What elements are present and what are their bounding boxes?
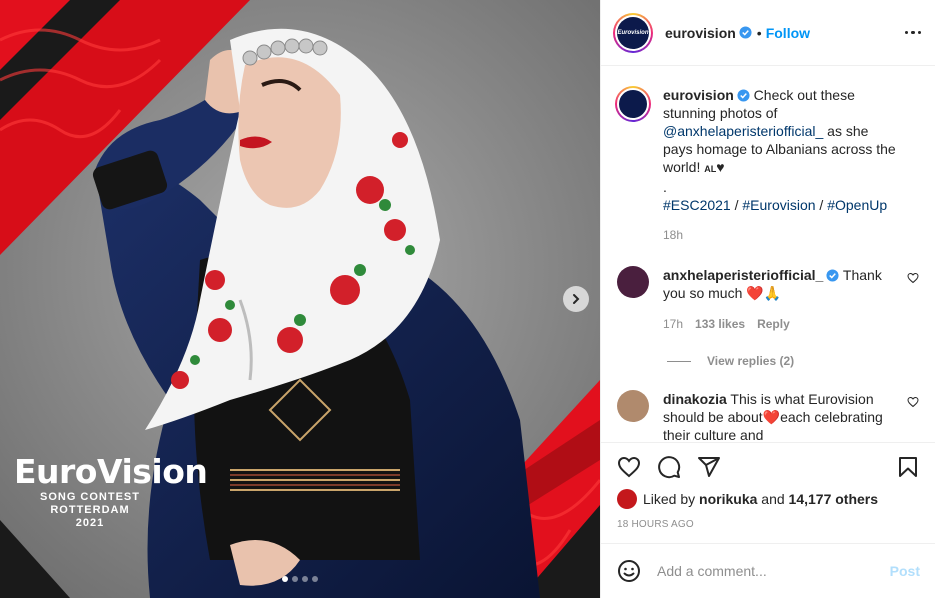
more-dot xyxy=(911,30,915,35)
heart-pray-emoji: ❤️🙏 xyxy=(746,285,782,301)
comment-bubble-icon xyxy=(658,456,681,479)
commenter-avatar[interactable] xyxy=(617,390,649,422)
comment-like-heart-icon[interactable] xyxy=(907,396,919,408)
post-timestamp[interactable]: 18 HOURS AGO xyxy=(617,519,920,530)
logo-subtitle: SONG CONTEST ROTTERDAM 2021 xyxy=(38,491,142,530)
share-button[interactable] xyxy=(697,455,721,479)
likes-prefix: Liked by xyxy=(643,491,700,507)
action-row xyxy=(617,443,920,491)
comment-time[interactable]: 17h xyxy=(663,315,683,333)
hashtag-eurovision[interactable]: #Eurovision xyxy=(742,197,815,213)
paper-plane-share-icon xyxy=(698,457,720,477)
logo-line-rotterdam: ROTTERDAM 2021 xyxy=(50,504,130,529)
likes-middle: and xyxy=(757,491,789,507)
comments-section[interactable]: eurovision Check out these stunning phot… xyxy=(601,66,935,442)
commenter-avatar[interactable] xyxy=(617,266,649,298)
hashtag-separator: / xyxy=(815,197,828,213)
header-user: eurovision • Follow xyxy=(665,25,810,41)
post-media[interactable]: EuroVision SONG CONTEST ROTTERDAM 2021 xyxy=(0,0,600,598)
reply-button[interactable]: Reply xyxy=(757,315,790,333)
post-comment-button[interactable]: Post xyxy=(890,563,920,579)
heart-emoji: ♥ xyxy=(716,159,725,175)
more-options-icon[interactable] xyxy=(904,30,921,35)
comment-item: dinakozia This is what Eurovision should… xyxy=(613,390,919,442)
verified-badge-icon xyxy=(737,89,750,102)
carousel-indicator xyxy=(282,576,318,582)
post-panel: Eurovision eurovision • Follow eurovisio… xyxy=(600,0,935,598)
caption-meta: 18h xyxy=(663,226,899,244)
comment-item: anxhelaperisteriofficial_ Thank you so m… xyxy=(613,266,919,333)
hashtag-separator: / xyxy=(730,197,743,213)
smiley-face-icon xyxy=(618,560,640,582)
carousel-dot xyxy=(302,576,308,582)
post-header: Eurovision eurovision • Follow xyxy=(601,0,935,66)
avatar-inner: Eurovision xyxy=(615,14,651,51)
logo-line-song-contest: SONG CONTEST xyxy=(39,491,140,503)
comment-body: anxhelaperisteriofficial_ Thank you so m… xyxy=(663,266,919,333)
caption-avatar[interactable] xyxy=(615,86,651,122)
separator-dot: • xyxy=(756,24,762,41)
add-comment-bar: Post xyxy=(601,543,935,598)
carousel-dot xyxy=(312,576,318,582)
replies-line xyxy=(667,360,691,362)
bookmark-icon xyxy=(899,457,917,477)
comment-username[interactable]: anxhelaperisteriofficial_ xyxy=(663,267,823,283)
verified-badge-icon xyxy=(739,26,752,39)
carousel-dot xyxy=(282,576,288,582)
view-replies-button[interactable]: View replies (2) xyxy=(667,354,919,368)
hashtag-openup[interactable]: #OpenUp xyxy=(827,197,887,213)
comment-username[interactable]: dinakozia xyxy=(663,391,727,407)
carousel-dot xyxy=(292,576,298,582)
caption-avatar-inner xyxy=(617,88,649,120)
avatar[interactable]: Eurovision xyxy=(613,12,653,53)
caption-period: . xyxy=(663,179,667,195)
caption-username[interactable]: eurovision xyxy=(663,87,734,103)
comment-like-heart-icon[interactable] xyxy=(907,272,919,284)
liker-username[interactable]: norikuka xyxy=(699,491,757,507)
caption-body: eurovision Check out these stunning phot… xyxy=(663,86,919,244)
comment-meta: 17h 133 likes Reply xyxy=(663,315,899,333)
flag-albania-icon: AL xyxy=(704,164,717,174)
liker-avatar[interactable] xyxy=(617,489,637,509)
likes-text: Liked by norikuka and 14,177 others xyxy=(643,491,878,507)
comment-input[interactable] xyxy=(657,563,890,579)
likes-count[interactable]: 14,177 others xyxy=(789,491,879,507)
heart-emoji: ❤️ xyxy=(762,409,781,425)
save-button[interactable] xyxy=(896,455,920,479)
likes-summary: Liked by norikuka and 14,177 others xyxy=(617,489,920,509)
header-username[interactable]: eurovision xyxy=(665,25,736,41)
mention-link[interactable]: @anxhelaperisteriofficial_ xyxy=(663,123,823,139)
verified-badge-icon xyxy=(826,269,839,282)
emoji-button[interactable] xyxy=(617,559,641,583)
caption: eurovision Check out these stunning phot… xyxy=(613,86,919,244)
comment-button[interactable] xyxy=(657,455,681,479)
follow-button[interactable]: Follow xyxy=(766,25,810,41)
more-dot xyxy=(917,30,921,35)
carousel-next-button[interactable] xyxy=(563,286,589,312)
chevron-right-icon xyxy=(573,294,580,304)
like-button[interactable] xyxy=(617,455,641,479)
post-actions: Liked by norikuka and 14,177 others 18 H… xyxy=(601,442,935,530)
more-dot xyxy=(904,30,908,35)
view-replies-label: View replies (2) xyxy=(707,354,795,368)
avatar-logo: Eurovision xyxy=(617,16,649,49)
eurovision-logo: EuroVision xyxy=(14,452,208,491)
heart-outline-icon xyxy=(617,456,641,478)
caption-time[interactable]: 18h xyxy=(663,226,683,244)
comment-body: dinakozia This is what Eurovision should… xyxy=(663,390,919,442)
comment-likes[interactable]: 133 likes xyxy=(695,315,745,333)
hashtag-esc2021[interactable]: #ESC2021 xyxy=(663,197,731,213)
